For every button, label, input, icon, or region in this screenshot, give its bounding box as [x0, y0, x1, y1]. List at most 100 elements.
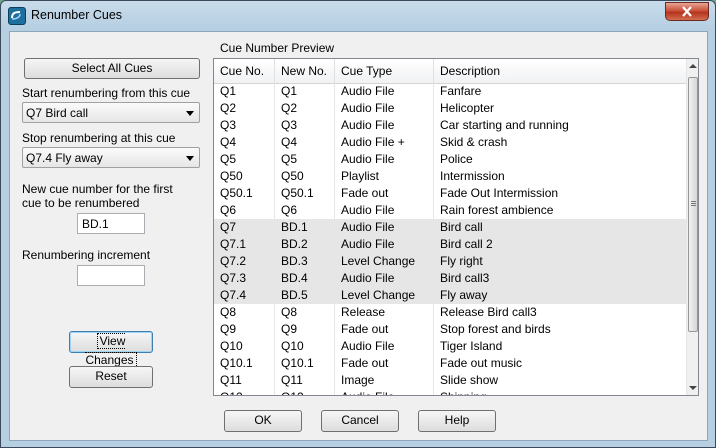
- cell-new-no: BD.3: [275, 253, 335, 270]
- cell-new-no: Q8: [275, 304, 335, 321]
- cell-new-no: Q10: [275, 338, 335, 355]
- cell-cue-type: Fade out: [335, 321, 434, 338]
- table-row[interactable]: Q50.1 Q50.1 Fade out Fade Out Intermission: [214, 185, 686, 202]
- cell-cue-type: Audio File: [335, 202, 434, 219]
- select-all-cues-button[interactable]: Select All Cues: [24, 58, 200, 79]
- table-row[interactable]: Q2 Q2 Audio File Helicopter: [214, 100, 686, 117]
- cue-preview-list[interactable]: Cue No. New No. Cue Type Description Q1 Q…: [213, 58, 699, 396]
- chevron-down-icon: [186, 156, 194, 161]
- table-row[interactable]: Q50 Q50 Playlist Intermission: [214, 168, 686, 185]
- cell-cue-no: Q10: [214, 338, 275, 355]
- cell-cue-no: Q50: [214, 168, 275, 185]
- chevron-down-icon: [186, 111, 194, 116]
- reset-button[interactable]: Reset: [69, 366, 153, 388]
- grip-line: [691, 203, 696, 204]
- cell-cue-no: Q7.1: [214, 236, 275, 253]
- new-number-label-line2: cue to be renumbered: [22, 196, 140, 210]
- cell-description: Police: [440, 152, 473, 166]
- table-row[interactable]: Q9 Q9 Fade out Stop forest and birds: [214, 321, 686, 338]
- cell-cue-type: Release: [335, 304, 434, 321]
- table-row[interactable]: Q8 Q8 Release Release Bird call3: [214, 304, 686, 321]
- scrollbar-thumb[interactable]: [688, 77, 698, 332]
- cell-cue-type: Fade out: [335, 185, 434, 202]
- scroll-up-icon[interactable]: [689, 64, 697, 68]
- cell-cue-no: Q10.1: [214, 355, 275, 372]
- grip-line: [691, 205, 696, 206]
- help-button[interactable]: Help: [418, 410, 496, 432]
- cell-description: Fly right: [440, 254, 483, 268]
- stop-cue-label: Stop renumbering at this cue: [22, 131, 176, 145]
- scroll-down-icon[interactable]: [689, 386, 697, 390]
- cell-description: Fade out music: [440, 356, 523, 370]
- cell-cue-no: Q9: [214, 321, 275, 338]
- cell-cue-no: Q5: [214, 151, 275, 168]
- increment-input[interactable]: [77, 265, 145, 286]
- cell-cue-no: Q7.3: [214, 270, 275, 287]
- table-row[interactable]: Q4 Q4 Audio File + Skid & crash: [214, 134, 686, 151]
- table-row[interactable]: Q12Q12Audio FileShipping: [214, 389, 686, 395]
- cell-new-no: Q50: [275, 168, 335, 185]
- cell-new-no: Q11: [275, 372, 335, 389]
- new-number-label-line1: New cue number for the first: [22, 182, 173, 196]
- cell-description: Release Bird call3: [440, 305, 537, 319]
- cell-description: Slide show: [440, 373, 499, 387]
- cell-description: Helicopter: [440, 101, 495, 115]
- list-rows: Q1 Q1 Audio File Fanfare Q2 Q2 Audio File Helic…: [214, 83, 686, 395]
- cell-new-no: Q12: [275, 389, 335, 395]
- view-changes-label: View Changes: [85, 333, 137, 368]
- cell-cue-type: Audio File: [335, 151, 434, 168]
- cell-description: Stop forest and birds: [440, 322, 551, 336]
- cell-cue-no: Q11: [214, 372, 275, 389]
- column-header-cue-type[interactable]: Cue Type: [335, 59, 434, 83]
- cell-new-no: Q9: [275, 321, 335, 338]
- table-row[interactable]: Q7.2 BD.3 Level Change Fly right: [214, 253, 686, 270]
- table-row[interactable]: Q3 Q3 Audio File Car starting and running: [214, 117, 686, 134]
- cell-cue-type: Audio File: [335, 219, 434, 236]
- cell-new-no: BD.1: [275, 219, 335, 236]
- increment-label: Renumbering increment: [22, 248, 151, 262]
- cell-cue-type: Audio File: [335, 389, 434, 395]
- cell-new-no: Q3: [275, 117, 335, 134]
- table-row[interactable]: Q7.1 BD.2 Audio File Bird call 2: [214, 236, 686, 253]
- table-row[interactable]: Q1 Q1 Audio File Fanfare: [214, 83, 686, 100]
- start-cue-select[interactable]: Q7 Bird call: [22, 102, 200, 123]
- cell-cue-type: Level Change: [335, 253, 434, 270]
- table-row[interactable]: Q7.4 BD.5 Level Change Fly away: [214, 287, 686, 304]
- cell-description: Fade Out Intermission: [440, 186, 559, 200]
- column-header-cue-no[interactable]: Cue No.: [214, 59, 275, 83]
- column-header-description[interactable]: Description: [434, 59, 686, 83]
- table-row[interactable]: Q11 Q11 Image Slide show: [214, 372, 686, 389]
- table-row[interactable]: Q7.3 BD.4 Audio File Bird call3: [214, 270, 686, 287]
- view-changes-button[interactable]: View Changes: [69, 331, 153, 368]
- ok-button[interactable]: OK: [224, 410, 302, 432]
- cell-description: Bird call3: [440, 271, 490, 285]
- table-row[interactable]: Q6 Q6 Audio File Rain forest ambience: [214, 202, 686, 219]
- vertical-scrollbar[interactable]: [686, 59, 698, 395]
- table-row[interactable]: Q10.1 Q10.1 Fade out Fade out music: [214, 355, 686, 372]
- table-row[interactable]: Q5 Q5 Audio File Police: [214, 151, 686, 168]
- cell-cue-no: Q12: [214, 389, 275, 395]
- cell-cue-no: Q8: [214, 304, 275, 321]
- table-row[interactable]: Q10 Q10 Audio File Tiger Island: [214, 338, 686, 355]
- start-cue-value: Q7 Bird call: [26, 106, 89, 120]
- cancel-button[interactable]: Cancel: [321, 410, 399, 432]
- cell-description: Car starting and running: [440, 118, 569, 132]
- cell-cue-type: Audio File: [335, 100, 434, 117]
- cell-cue-type: Audio File: [335, 338, 434, 355]
- column-header-new-no[interactable]: New No.: [275, 59, 335, 83]
- cell-cue-type: Audio File: [335, 270, 434, 287]
- close-button[interactable]: [665, 2, 709, 21]
- table-row[interactable]: Q7 BD.1 Audio File Bird call: [214, 219, 686, 236]
- cell-cue-no: Q3: [214, 117, 275, 134]
- stop-cue-value: Q7.4 Fly away: [26, 151, 103, 165]
- cell-description: Skid & crash: [440, 135, 508, 149]
- stop-cue-select[interactable]: Q7.4 Fly away: [22, 147, 200, 168]
- cell-cue-type: Level Change: [335, 287, 434, 304]
- cell-cue-no: Q7.4: [214, 287, 275, 304]
- cue-preview-label: Cue Number Preview: [220, 41, 335, 55]
- new-number-input[interactable]: BD.1: [77, 213, 145, 234]
- title-bar[interactable]: Renumber Cues: [1, 1, 715, 31]
- cell-new-no: BD.2: [275, 236, 335, 253]
- cell-description: Fanfare: [440, 84, 482, 98]
- cell-description: Tiger Island: [440, 339, 503, 353]
